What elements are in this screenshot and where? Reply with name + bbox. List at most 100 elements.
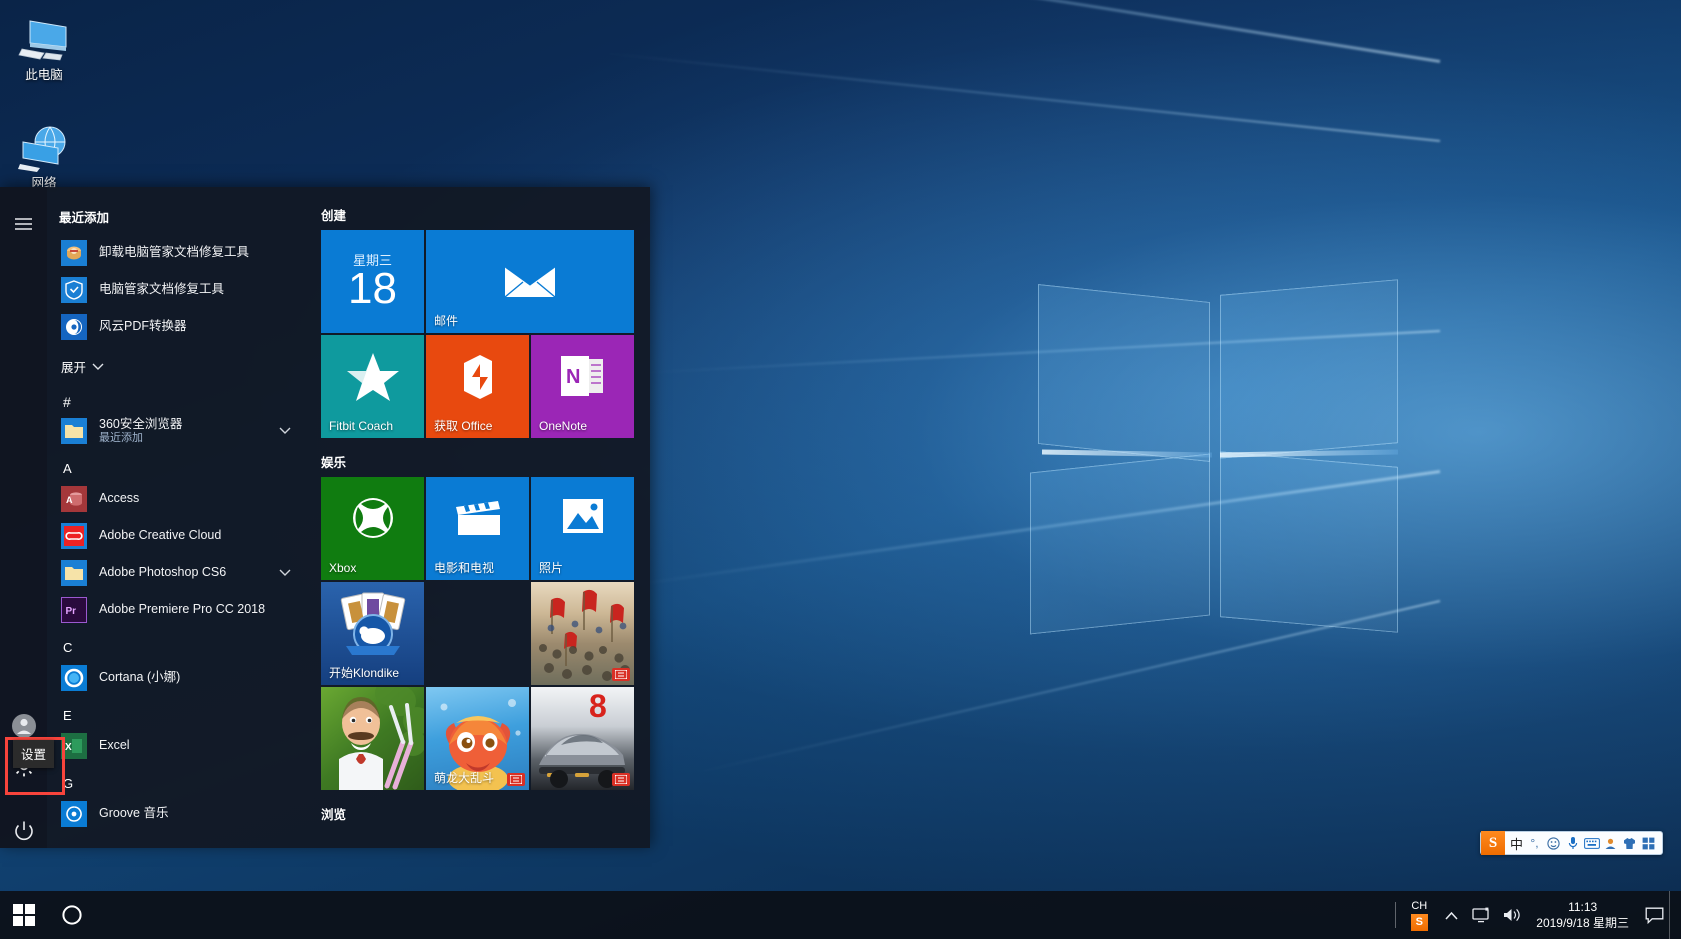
calendar-tile[interactable]: 星期三 18 [321,230,424,333]
tile-label: Fitbit Coach [329,419,394,433]
tray-divider [1395,902,1397,928]
punctuation-icon[interactable]: °, [1525,832,1544,854]
ime-mode-label[interactable]: 中 [1508,834,1525,853]
app-list-item[interactable]: 电脑管家文档修复工具 [47,271,305,308]
chevron-down-icon[interactable] [279,424,291,438]
app-label: 360安全浏览器 [99,416,183,431]
taskbar: CH S 11:13 2019/9/18 星期三 [0,891,1681,939]
app-list-item-photoshop[interactable]: Adobe Photoshop CS6 [47,554,305,591]
app-list-item-creative-cloud[interactable]: Adobe Creative Cloud [47,517,305,554]
volume-icon[interactable] [1496,891,1526,939]
tile-grid-create: 星期三 18 邮件 Fitbit Coach 获取 Office N OneNo… [321,230,636,438]
tile-label: OneNote [539,419,588,433]
empty-tile [426,582,529,685]
tile-label: 电影和电视 [434,561,495,575]
settings-tooltip: 设置 [13,740,55,768]
keyboard-icon[interactable] [1582,832,1601,854]
show-desktop-button[interactable] [1669,891,1677,939]
app-list-item-360-browser[interactable]: 360安全浏览器 最近添加 [47,412,305,449]
alpha-header-g: G [63,776,74,791]
chevron-down-icon[interactable] [279,566,291,580]
get-office-tile[interactable]: 获取 Office [426,335,529,438]
war-game-tile[interactable] [531,582,634,685]
svg-text:8: 8 [589,688,607,724]
folder-icon [61,559,87,586]
app-list-item-access[interactable]: A Access [47,480,305,517]
app-list-item[interactable]: 卸载电脑管家文档修复工具 [47,234,305,271]
tile-label: 照片 [539,561,564,575]
wallpaper-window-panes [1020,255,1440,665]
dragon-game-tile[interactable]: 萌龙大乱斗 [426,687,529,790]
emoji-icon[interactable] [1544,832,1563,854]
user-center-icon[interactable] [1601,832,1620,854]
tile-label: 开始Klondike [329,666,400,680]
app-label: Excel [99,738,130,752]
ime-indicator[interactable]: CH S [1402,891,1436,939]
chevron-up-icon[interactable] [1436,891,1466,939]
recently-added-header: 最近添加 [59,211,110,225]
premiere-icon: Pr [61,596,87,623]
xbox-tile[interactable]: Xbox [321,477,424,580]
svg-text:N: N [566,366,580,388]
status-badge [612,773,630,786]
app-label: Cortana (小娜) [99,670,181,684]
sogou-logo-icon[interactable]: S [1480,831,1505,855]
system-tray: CH S 11:13 2019/9/18 星期三 [1389,891,1681,939]
network-icon[interactable] [1466,891,1496,939]
start-menu-tiles: 创建 星期三 18 邮件 Fitbit Coach 获取 Office N On… [305,187,650,848]
mail-tile[interactable]: 邮件 [426,230,634,333]
app-list-item-excel[interactable]: X Excel [47,727,305,764]
cortana-search-button[interactable] [48,891,96,939]
fitbit-coach-tile[interactable]: Fitbit Coach [321,335,424,438]
photos-tile[interactable]: 照片 [531,477,634,580]
expand-recent-button[interactable]: 展开 [47,345,305,380]
access-icon: A [61,485,87,512]
uninstall-icon [61,239,87,266]
app-list-item-groove[interactable]: Groove 音乐 [47,795,305,832]
skin-icon[interactable] [1620,832,1639,854]
tile-label: 萌龙大乱斗 [434,771,495,785]
ime-language-label: CH [1411,899,1428,912]
app-sublabel: 最近添加 [99,431,143,444]
app-list-item-premiere[interactable]: Pr Adobe Premiere Pro CC 2018 [47,591,305,628]
clock-date: 2019/9/18 星期三 [1536,916,1629,930]
pdf-icon [61,313,87,340]
voice-input-icon[interactable] [1563,832,1582,854]
creative-cloud-icon [61,522,87,549]
gardener-icon [321,687,424,790]
desktop-icon-this-pc[interactable]: 此电脑 [6,14,82,83]
onenote-tile[interactable]: N OneNote [531,335,634,438]
network-icon [6,122,82,174]
alpha-header-c: C [63,640,73,655]
sogou-tray-icon[interactable]: S [1410,913,1428,931]
svg-text:A: A [66,495,73,505]
gardenscapes-tile[interactable] [321,687,424,790]
asphalt8-tile[interactable]: 8 [531,687,634,790]
clock[interactable]: 11:13 2019/9/18 星期三 [1526,899,1639,931]
calendar-day-number: 18 [348,264,397,313]
app-label: Adobe Premiere Pro CC 2018 [99,602,266,616]
desktop-icon-network[interactable]: 网络 [6,122,82,191]
desktop-icon-label: 此电脑 [25,68,63,82]
sogou-ime-bar[interactable]: S 中 °, [1479,831,1663,855]
groove-icon [61,800,87,827]
app-list-item-cortana[interactable]: Cortana (小娜) [47,659,305,696]
folder-icon [61,417,87,444]
app-label: Access [99,491,140,505]
app-label: 风云PDF转换器 [99,319,187,333]
start-button[interactable] [0,891,48,939]
klondike-tile[interactable]: 开始Klondike [321,582,424,685]
action-center-icon[interactable] [1639,891,1669,939]
hamburger-icon[interactable] [0,200,47,247]
power-icon[interactable] [0,807,47,854]
alpha-header-a: A [63,461,72,476]
tile-label: 邮件 [434,314,459,328]
start-menu: 最近添加 卸载电脑管家文档修复工具 电脑管家文档修复工具 风云PDF转换器 展开… [0,187,650,848]
start-menu-app-list[interactable]: 最近添加 卸载电脑管家文档修复工具 电脑管家文档修复工具 风云PDF转换器 展开… [47,187,305,848]
app-list-item[interactable]: 风云PDF转换器 [47,308,305,345]
toolbox-icon[interactable] [1639,832,1658,854]
expand-label: 展开 [61,361,87,375]
svg-text:X: X [65,742,72,753]
movies-tv-tile[interactable]: 电影和电视 [426,477,529,580]
app-label: Adobe Photoshop CS6 [99,565,227,579]
